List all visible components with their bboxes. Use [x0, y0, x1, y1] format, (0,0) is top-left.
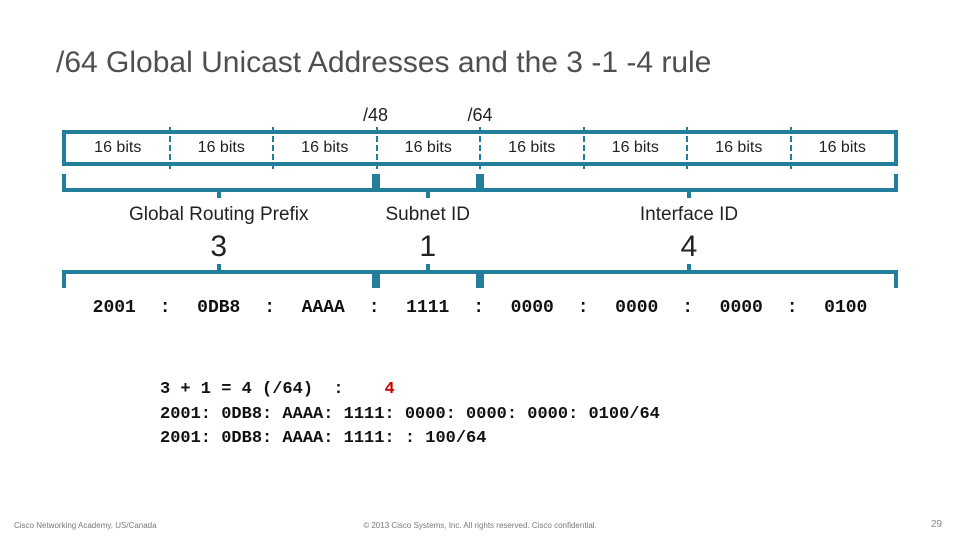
bits-row: 16 bits 16 bits 16 bits 16 bits 16 bits …: [62, 130, 898, 166]
hex-cell: 0000:: [480, 298, 585, 318]
diagram: /48 /64 16 bits 16 bits 16 bits 16 bits …: [62, 130, 898, 166]
label-global-routing-prefix: Global Routing Prefix: [129, 204, 309, 226]
brace-hex-iid: [480, 270, 898, 288]
bits-cell: 16 bits: [584, 134, 688, 162]
hex-cell: AAAA:: [271, 298, 376, 318]
prefix-64-label: /64: [467, 105, 492, 126]
hex-cell: 0100:: [794, 298, 899, 318]
bits-cell: 16 bits: [377, 134, 481, 162]
brace-global-routing-prefix: [62, 174, 376, 192]
hex-cell: 0000:: [585, 298, 690, 318]
hex-cell: 0DB8:: [167, 298, 272, 318]
brace-hex-grp: [62, 270, 376, 288]
hex-cell: 1111:: [376, 298, 481, 318]
bits-cell: 16 bits: [170, 134, 274, 162]
footer-left: Cisco Networking Academy, US/Canada: [14, 521, 157, 530]
bits-cell: 16 bits: [791, 134, 895, 162]
summary-line-3: 2001: 0DB8: AAAA: 1111: : 100/64: [160, 427, 660, 452]
page-title: /64 Global Unicast Addresses and the 3 -…: [56, 46, 711, 80]
brace-hex-subnet: [376, 270, 481, 288]
hex-cell: 0000:: [689, 298, 794, 318]
brace-subnet-id: [376, 174, 481, 192]
rule-number-3: 3: [210, 230, 227, 264]
bits-cell: 16 bits: [480, 134, 584, 162]
label-interface-id: Interface ID: [640, 204, 738, 226]
hex-cell: 2001:: [62, 298, 167, 318]
summary-block: 3 + 1 = 4 (/64) : 4 2001: 0DB8: AAAA: 11…: [160, 378, 660, 452]
summary-red-4: 4: [384, 380, 394, 399]
label-subnet-id: Subnet ID: [386, 204, 471, 226]
hex-row: 2001: 0DB8: AAAA: 1111: 0000: 0000: 0000…: [62, 298, 898, 318]
summary-line-1: 3 + 1 = 4 (/64) : 4: [160, 378, 660, 403]
bits-cell: 16 bits: [687, 134, 791, 162]
rule-number-1: 1: [419, 230, 436, 264]
brace-interface-id: [480, 174, 898, 192]
bits-cell: 16 bits: [273, 134, 377, 162]
summary-line-2: 2001: 0DB8: AAAA: 1111: 0000: 0000: 0000…: [160, 403, 660, 428]
footer-copyright: © 2013 Cisco Systems, Inc. All rights re…: [363, 521, 597, 530]
page-number: 29: [931, 519, 942, 530]
prefix-48-label: /48: [363, 105, 388, 126]
bits-cell: 16 bits: [66, 134, 170, 162]
rule-number-4: 4: [681, 230, 698, 264]
